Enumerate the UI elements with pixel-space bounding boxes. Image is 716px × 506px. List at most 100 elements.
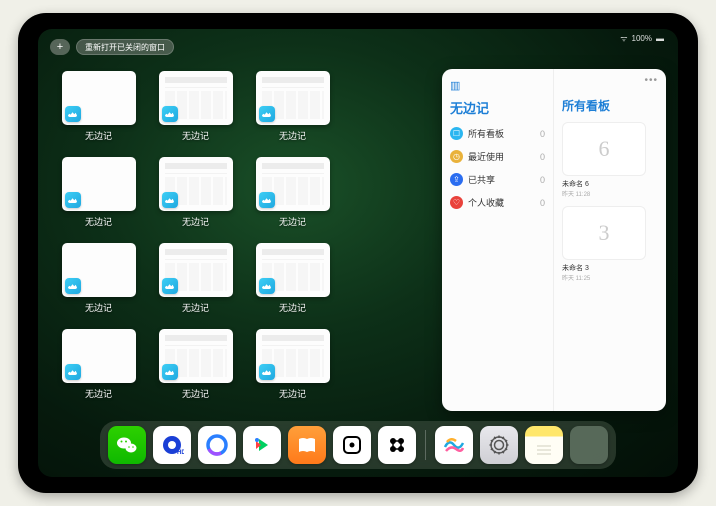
window-preview (62, 329, 136, 383)
dock-app-books[interactable] (288, 426, 326, 464)
window-label: 无边记 (279, 129, 306, 142)
window-preview (159, 71, 233, 125)
window-preview (159, 157, 233, 211)
window-thumb[interactable]: 无边记 (153, 157, 238, 237)
sidebar-item[interactable]: ♡ 个人收藏 0 (450, 196, 545, 209)
freeform-app-icon (65, 278, 81, 294)
sidebar-item-label: 所有看板 (468, 127, 504, 140)
window-preview (62, 71, 136, 125)
window-thumb[interactable]: 无边记 (56, 329, 141, 409)
wifi-icon: ᯤ (620, 33, 627, 44)
dock: HD (100, 421, 616, 469)
window-thumb[interactable]: 无边记 (250, 329, 335, 409)
window-thumb[interactable]: 无边记 (250, 243, 335, 323)
sidebar-item-count: 0 (540, 152, 545, 162)
board-card[interactable]: 6未命名 6昨天 11:28 (562, 122, 646, 198)
window-label: 无边记 (182, 129, 209, 142)
sidebar-item-label: 个人收藏 (468, 196, 504, 209)
battery-text: 100% (632, 34, 652, 43)
window-thumb[interactable]: 无边记 (250, 157, 335, 237)
dock-app-wechat[interactable] (108, 426, 146, 464)
content-area: 无边记无边记无边记无边记无边记无边记无边记无边记无边记无边记无边记无边记 •••… (38, 63, 678, 417)
dock-app-aqiy[interactable] (243, 426, 281, 464)
panel-more-button[interactable]: ••• (644, 75, 658, 86)
window-preview (62, 243, 136, 297)
new-window-button[interactable]: + (50, 39, 70, 55)
sidebar-item-icon: ◷ (450, 150, 463, 163)
window-label: 无边记 (85, 215, 112, 228)
board-name: 未命名 6 (562, 179, 646, 189)
window-label: 无边记 (279, 387, 306, 400)
window-label: 无边记 (85, 129, 112, 142)
dock-app-freeform[interactable] (435, 426, 473, 464)
window-label: 无边记 (85, 301, 112, 314)
freeform-app-icon (65, 192, 81, 208)
window-preview (256, 329, 330, 383)
sidebar-toggle-icon[interactable]: ▥ (450, 79, 545, 92)
window-grid: 无边记无边记无边记无边记无边记无边记无边记无边记无边记无边记无边记无边记 (38, 63, 442, 417)
dock-app-tencent[interactable]: HD (153, 426, 191, 464)
sidebar-item[interactable]: ◷ 最近使用 0 (450, 150, 545, 163)
window-preview (159, 329, 233, 383)
window-label: 无边记 (182, 215, 209, 228)
board-name: 未命名 3 (562, 263, 646, 273)
window-thumb[interactable]: 无边记 (56, 71, 141, 151)
dock-separator (425, 430, 426, 460)
status-bar: ᯤ 100% ▬ (620, 33, 664, 44)
window-label: 无边记 (182, 387, 209, 400)
window-label: 无边记 (85, 387, 112, 400)
sidebar-item-count: 0 (540, 129, 545, 139)
window-preview (159, 243, 233, 297)
top-controls: + 重新打开已关闭的窗口 (50, 39, 174, 55)
board-thumbnail: 6 (562, 122, 646, 176)
screen: ᯤ 100% ▬ + 重新打开已关闭的窗口 无边记无边记无边记无边记无边记无边记… (38, 29, 678, 477)
window-thumb[interactable]: 无边记 (56, 243, 141, 323)
sidebar-item-icon: ☐ (450, 127, 463, 140)
dock-app-quark[interactable] (198, 426, 236, 464)
board-thumbnail: 3 (562, 206, 646, 260)
window-thumb[interactable]: 无边记 (153, 243, 238, 323)
sidebar-item-count: 0 (540, 175, 545, 185)
window-label: 无边记 (182, 301, 209, 314)
board-time: 昨天 11:25 (562, 273, 646, 282)
sidebar-item-label: 已共享 (468, 173, 495, 186)
freeform-app-icon (65, 106, 81, 122)
dock-app-dice[interactable] (333, 426, 371, 464)
window-preview (256, 157, 330, 211)
svg-text:HD: HD (177, 450, 184, 456)
freeform-side-panel: ••• ▥ 无边记 ☐ 所有看板 0 ◷ 最近使用 0 ⇪ 已共享 0 ♡ 个人收藏 0 所有看板 6… (442, 69, 666, 411)
window-label: 无边记 (279, 301, 306, 314)
freeform-app-icon (162, 192, 178, 208)
ipad-frame: ᯤ 100% ▬ + 重新打开已关闭的窗口 无边记无边记无边记无边记无边记无边记… (18, 13, 698, 493)
dock-app-settings[interactable] (480, 426, 518, 464)
dock-app-hex[interactable] (378, 426, 416, 464)
window-thumb[interactable]: 无边记 (153, 71, 238, 151)
sidebar-item[interactable]: ☐ 所有看板 0 (450, 127, 545, 140)
window-preview (256, 71, 330, 125)
panel-right-title: 所有看板 (562, 97, 658, 114)
board-card[interactable]: 3 未命名 3昨天 11:25 (562, 206, 646, 282)
freeform-app-icon (162, 364, 178, 380)
panel-sidebar: ▥ 无边记 ☐ 所有看板 0 ◷ 最近使用 0 ⇪ 已共享 0 ♡ 个人收藏 0 (442, 69, 554, 411)
window-thumb[interactable]: 无边记 (250, 71, 335, 151)
freeform-app-icon (259, 106, 275, 122)
freeform-app-icon (259, 192, 275, 208)
sidebar-item[interactable]: ⇪ 已共享 0 (450, 173, 545, 186)
window-preview (62, 157, 136, 211)
sidebar-item-icon: ⇪ (450, 173, 463, 186)
freeform-app-icon (162, 106, 178, 122)
panel-content: 所有看板 6未命名 6昨天 11:283未命名 3昨天 11:25 (554, 69, 666, 411)
battery-icon: ▬ (656, 34, 664, 43)
dock-app-folder[interactable] (570, 426, 608, 464)
sidebar-item-count: 0 (540, 198, 545, 208)
freeform-app-icon (162, 278, 178, 294)
window-thumb[interactable]: 无边记 (153, 329, 238, 409)
dock-app-notes[interactable] (525, 426, 563, 464)
panel-title: 无边记 (450, 98, 545, 117)
window-thumb[interactable]: 无边记 (56, 157, 141, 237)
sidebar-item-icon: ♡ (450, 196, 463, 209)
freeform-app-icon (259, 364, 275, 380)
window-preview (256, 243, 330, 297)
reopen-closed-window-button[interactable]: 重新打开已关闭的窗口 (76, 39, 174, 55)
sidebar-item-label: 最近使用 (468, 150, 504, 163)
